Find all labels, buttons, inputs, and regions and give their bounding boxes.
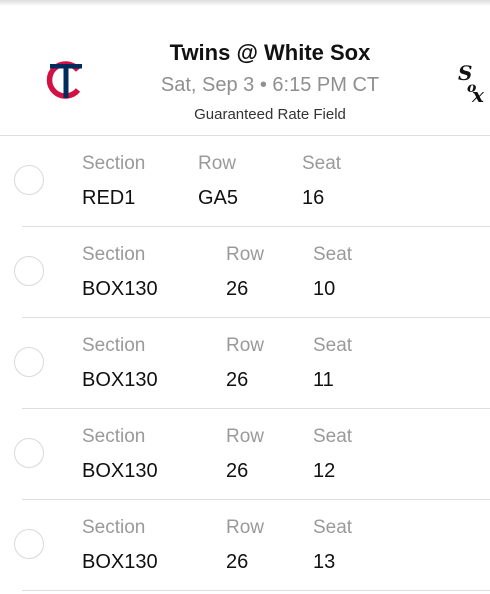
section-value: BOX130	[82, 551, 158, 573]
ticket-row[interactable]: Section Row Seat BOX130 26 10	[0, 227, 490, 318]
section-label: Section	[82, 244, 146, 265]
white-sox-logo-icon: S o x	[458, 60, 490, 107]
seat-label: Seat	[313, 426, 353, 447]
seat-value: 12	[313, 460, 336, 482]
row-label: Row	[198, 153, 237, 174]
event-header: Twins @ White Sox Sat, Sep 3 • 6:15 PM C…	[0, 10, 490, 134]
section-value: BOX130	[82, 369, 158, 391]
event-datetime: Sat, Sep 3 • 6:15 PM CT	[160, 74, 380, 96]
row-value: 26	[226, 369, 249, 391]
select-radio[interactable]	[14, 347, 44, 377]
row-label: Row	[226, 335, 265, 356]
section-value: BOX130	[82, 278, 158, 300]
seat-label: Seat	[302, 153, 342, 174]
seat-value: 13	[313, 551, 336, 573]
ticket-row[interactable]: Section Row Seat RED1 GA5 16	[0, 136, 490, 227]
section-value: BOX130	[82, 460, 158, 482]
svg-text:x: x	[471, 83, 485, 104]
ticket-row[interactable]: Section Row Seat BOX130 26 13	[0, 500, 490, 591]
row-divider	[22, 590, 490, 591]
row-value: 26	[226, 551, 249, 573]
section-label: Section	[82, 426, 146, 447]
select-radio[interactable]	[14, 165, 44, 195]
row-value: 26	[226, 278, 249, 300]
row-value: 26	[226, 460, 249, 482]
row-value: GA5	[198, 187, 239, 209]
seat-value: 10	[313, 278, 336, 300]
seat-label: Seat	[313, 517, 353, 538]
row-label: Row	[226, 517, 265, 538]
select-radio[interactable]	[14, 529, 44, 559]
ticket-row[interactable]: Section Row Seat BOX130 26 12	[0, 409, 490, 500]
section-label: Section	[82, 153, 146, 174]
select-radio[interactable]	[14, 256, 44, 286]
section-label: Section	[82, 335, 146, 356]
seat-value: 16	[302, 187, 325, 209]
select-radio[interactable]	[14, 438, 44, 468]
row-label: Row	[226, 244, 265, 265]
seat-label: Seat	[313, 335, 353, 356]
ticket-list: Section Row Seat RED1 GA5 16 Section Row…	[0, 136, 490, 591]
event-venue: Guaranteed Rate Field	[194, 106, 346, 123]
seat-value: 11	[313, 369, 334, 391]
section-label: Section	[82, 517, 146, 538]
ticket-row[interactable]: Section Row Seat BOX130 26 11	[0, 318, 490, 409]
event-title: Twins @ White Sox	[169, 40, 371, 65]
section-value: RED1	[82, 187, 136, 209]
row-label: Row	[226, 426, 265, 447]
seat-label: Seat	[313, 244, 353, 265]
top-shadow	[0, 0, 490, 6]
